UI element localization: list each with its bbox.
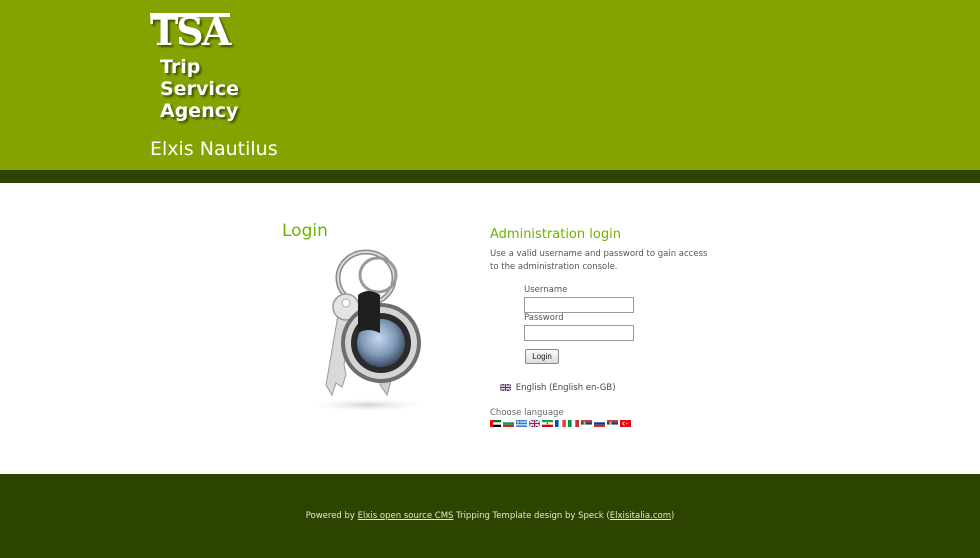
site-name: Elxis Nautilus	[150, 138, 278, 160]
rs-flag-icon[interactable]	[581, 420, 592, 427]
language-flags	[490, 420, 631, 427]
elxisitalia-link[interactable]: Elxisitalia.com	[610, 511, 671, 521]
current-language: English (English en-GB)	[500, 383, 616, 394]
elxis-cms-link[interactable]: Elxis open source CMS	[358, 511, 454, 521]
ru-flag-icon[interactable]	[594, 420, 605, 427]
logo-line-service: Service	[160, 78, 239, 100]
site-header	[0, 0, 980, 170]
current-language-label: English (English en-GB)	[515, 383, 616, 393]
logo-line-trip: Trip	[160, 56, 201, 78]
logo-abbr: TSA	[150, 9, 231, 54]
login-button[interactable]: Login	[525, 349, 559, 364]
it-flag-icon[interactable]	[568, 420, 579, 427]
gb-flag-icon[interactable]	[529, 420, 540, 427]
logo-line-agency: Agency	[160, 100, 239, 122]
tr-flag-icon[interactable]	[620, 420, 631, 427]
footer-middle: Tripping Template design by Speck	[456, 511, 604, 521]
tsa-logo[interactable]: TSA Trip Service Agency	[150, 10, 260, 130]
footer-credits: Powered by Elxis open source CMS Trippin…	[0, 511, 980, 522]
header-band	[0, 170, 980, 183]
ae-flag-icon[interactable]	[490, 420, 501, 427]
footer-prefix: Powered by	[305, 511, 355, 521]
username-label: Username	[524, 285, 568, 295]
paren-close: )	[670, 511, 675, 521]
choose-language-label: Choose language	[490, 408, 564, 418]
admin-login-heading: Administration login	[490, 227, 621, 242]
admin-login-description: Use a valid username and password to gai…	[490, 249, 708, 272]
password-input[interactable]	[524, 325, 634, 341]
fr-flag-icon[interactable]	[555, 420, 566, 427]
username-input[interactable]	[524, 297, 634, 313]
gr-flag-icon[interactable]	[516, 420, 527, 427]
ir-flag-icon[interactable]	[542, 420, 553, 427]
bg-flag-icon[interactable]	[503, 420, 514, 427]
password-label: Password	[524, 313, 564, 323]
rs2-flag-icon[interactable]	[607, 420, 618, 427]
keys-icon	[306, 249, 430, 412]
gb-flag-icon	[500, 384, 511, 391]
login-heading: Login	[282, 221, 328, 241]
